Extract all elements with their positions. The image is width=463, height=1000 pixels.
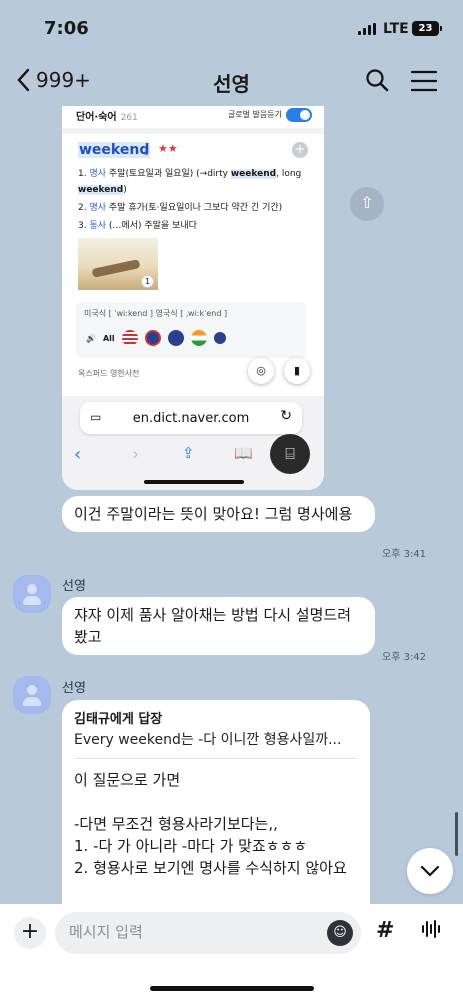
message-line (74, 791, 358, 813)
browser-back-icon: ‹ (74, 444, 82, 465)
message-line: -다면 무조건 형용사라기보다는,, (74, 815, 278, 833)
definition-2: 2. 명사 주말 휴가(토·일요일이나 그보다 약간 긴 기간) (78, 203, 283, 213)
message-time: 오후 3:41 (382, 549, 427, 560)
translate-icon: ◎ (248, 358, 274, 384)
scrollbar[interactable] (455, 812, 458, 856)
battery-tip (440, 26, 442, 31)
bookmarks-icon: 📖 (234, 444, 253, 462)
status-time: 7:06 (44, 18, 89, 39)
message-input[interactable] (69, 923, 309, 941)
message-line: 이 질문으로 가면 (74, 771, 181, 789)
hashtag-button[interactable]: # (376, 918, 394, 943)
menu-icon[interactable] (410, 70, 438, 96)
pronunciation-text: 미국식 [ ˈwiːkend ] 영국식 [ ˌwiːkˈend ] (84, 309, 228, 318)
global-pron-toggle (286, 108, 312, 122)
divider (62, 128, 324, 134)
uk-flag-icon (144, 330, 161, 346)
browser-share-icon: ⇪ (182, 444, 195, 462)
message-bubble[interactable]: 이건 주말이라는 뜻이 맞아요! 그럼 명사에용 (62, 496, 375, 532)
importance-stars: ★★ (158, 142, 178, 155)
message-line: 1. -다 가 아니라 -마다 가 맞죠ㅎㅎㅎ (74, 837, 308, 855)
status-bar: 7:06 LTE 23 (0, 0, 463, 58)
attach-button[interactable]: + (14, 917, 46, 949)
address-bar: ▭ en.dict.naver.com ↻ (80, 402, 302, 434)
definition-1: 1. 명사 주말(토요일과 일요일) (→dirty weekend, long… (78, 169, 302, 195)
battery-icon: 23 (412, 21, 439, 36)
reply-divider (74, 758, 358, 759)
scroll-down-button[interactable] (407, 848, 453, 894)
reload-icon: ↻ (280, 408, 292, 424)
home-indicator (150, 986, 314, 991)
search-icon[interactable] (365, 68, 389, 96)
dict-source: 옥스퍼드 영한사전 (78, 369, 140, 378)
message-time: 오후 3:42 (382, 652, 427, 663)
photo-count: 1 (141, 275, 154, 288)
image-home-indicator (144, 480, 244, 484)
definition-3: 3. 동사 (…에서) 주말을 보내다 (78, 221, 197, 231)
network-label: LTE (383, 21, 409, 37)
browser-toolbar: ▭ en.dict.naver.com ↻ ‹ › ⇪ 📖 ⌸ (62, 396, 324, 490)
wordbook-icon: ▮ (284, 358, 310, 384)
us-flag-icon (121, 330, 138, 346)
chat-header: 999+ 선영 (0, 58, 463, 106)
message-text: 쟈쟈 이제 품사 알아채는 방법 다시 설명드려 봤고 (74, 606, 352, 646)
avatar[interactable] (13, 676, 51, 714)
global-pron-label: 글로벌 발음듣기 (227, 110, 282, 119)
reply-bubble[interactable]: 김태규에게 답장 Every weekend는 -다 이니깐 형용사일까... … (62, 700, 370, 920)
play-all-label: All (102, 333, 115, 343)
speaker-icon: 🔊 (86, 333, 96, 343)
chat-title: 선영 (213, 72, 250, 96)
browser-forward-icon: › (132, 444, 140, 465)
signal-icon (358, 23, 376, 35)
dictionary-page: 단어·숙어 261 글로벌 발음듣기 weekend ⚷ ★★ + 1. 명사 주… (62, 106, 324, 406)
voice-icon[interactable] (420, 918, 442, 945)
in-flag-icon (190, 330, 207, 346)
headword: weekend (78, 142, 151, 158)
chevron-down-icon (420, 865, 440, 877)
avatar[interactable] (13, 575, 51, 613)
sender-name: 선영 (62, 681, 86, 696)
message-bubble[interactable]: 쟈쟈 이제 품사 알아채는 방법 다시 설명드려 봤고 (62, 597, 375, 655)
key-icon: ⚷ (142, 144, 151, 157)
shared-image[interactable]: 단어·숙어 261 글로벌 발음듣기 weekend ⚷ ★★ + 1. 명사 주… (62, 106, 324, 490)
message-text: 이건 주말이라는 뜻이 맞아요! 그럼 명사에용 (74, 505, 353, 523)
share-icon[interactable]: ⇧ (350, 187, 384, 221)
reply-target: 김태규에게 답장 (74, 712, 163, 727)
emoji-icon[interactable]: ☺ (327, 920, 353, 946)
add-icon: + (292, 142, 308, 158)
url-text: en.dict.naver.com (132, 410, 250, 426)
message-field[interactable]: ☺ (55, 912, 361, 954)
pronunciation-box: 미국식 [ ˈwiːkend ] 영국식 [ ˌwiːkˈend ] 🔊 All (76, 302, 306, 358)
scan-text-icon: ⌸ (270, 434, 310, 474)
au-flag-icon (167, 330, 184, 346)
message-line: 2. 형용사로 보기엔 명사를 수식하지 않아요 (74, 859, 347, 877)
pronunciation-flags: 🔊 All (86, 330, 226, 346)
definition-list: 1. 명사 주말(토요일과 일요일) (→dirty weekend, long… (78, 166, 314, 234)
reader-icon: ▭ (90, 410, 102, 424)
sender-name: 선영 (62, 579, 86, 594)
more-accent-icon (213, 332, 226, 344)
dict-section-title: 단어·숙어 261 (76, 112, 138, 123)
reply-quote: Every weekend는 -다 이니깐 형용사일까... (74, 732, 342, 748)
